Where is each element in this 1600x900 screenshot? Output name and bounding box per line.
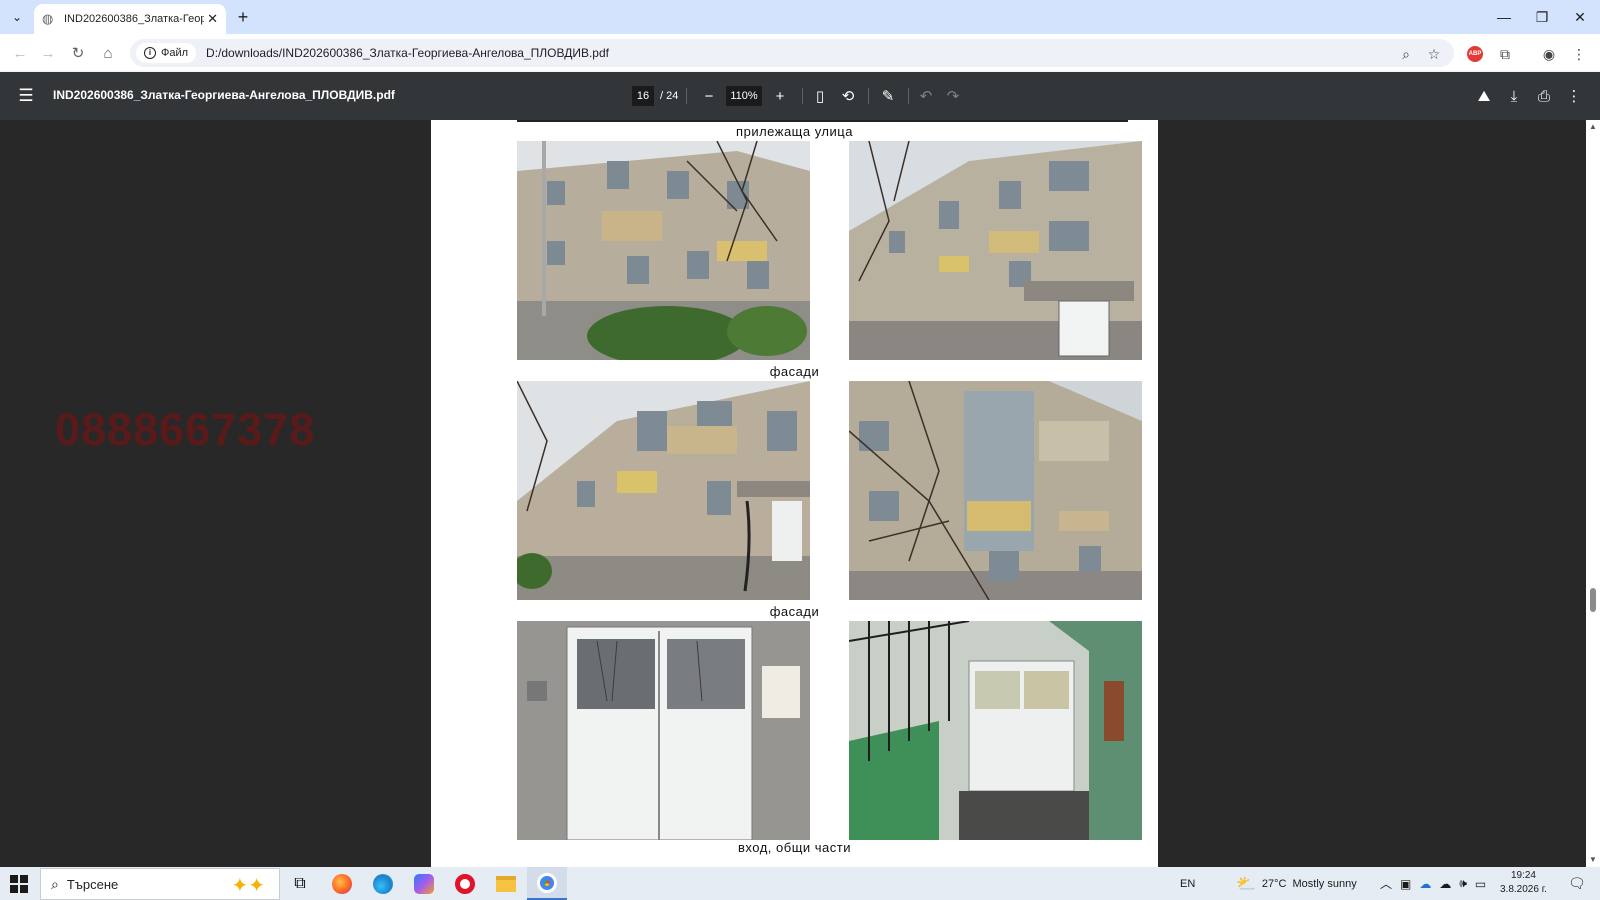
scroll-up-arrow-icon[interactable]: ▲: [1588, 122, 1598, 132]
tab-strip: ⌄ ◍ IND202600386_Златка-Георгиева ✕ + — …: [0, 0, 1600, 34]
site-chip-label: Файл: [161, 47, 189, 59]
search-icon: ⌕: [51, 875, 59, 892]
page-selector: 16 / 24: [632, 86, 678, 106]
redo-icon[interactable]: ↷: [941, 84, 965, 108]
fit-page-icon[interactable]: ▯: [808, 84, 832, 108]
kebab-icon[interactable]: ⋮: [1568, 43, 1590, 65]
divider: [908, 88, 909, 104]
entrance-photo: [517, 621, 810, 840]
undo-icon[interactable]: ↶: [914, 84, 938, 108]
adblock-icon: ABP: [1467, 46, 1483, 62]
sidebar-menu-icon[interactable]: ☰: [14, 84, 38, 108]
scroll-thumb[interactable]: [1590, 588, 1596, 612]
file-explorer-icon[interactable]: [486, 867, 526, 900]
star-icon[interactable]: ☆: [1424, 44, 1444, 64]
clock-date: 3.8.2026 г.: [1500, 884, 1547, 895]
page-top-rule: [517, 120, 1128, 122]
tab-close-icon[interactable]: ✕: [207, 11, 218, 27]
notification-icon[interactable]: 🗨: [1568, 867, 1586, 900]
weather-text: Mostly sunny: [1292, 877, 1357, 890]
clock[interactable]: 19:24 3.8.2026 г.: [1500, 869, 1547, 897]
forward-button[interactable]: →: [36, 41, 60, 65]
facade-photo-2: [849, 141, 1142, 360]
onedrive-icon[interactable]: ☁: [1419, 877, 1431, 891]
system-tray: ︿ ▣ ☁ ☁ 🕪 ▭: [1380, 867, 1486, 900]
pdf-viewer[interactable]: 0888667378 прилежаща улица фасади фасади…: [0, 120, 1600, 867]
account-icon[interactable]: ◉: [1538, 43, 1560, 65]
caption-entrance-common-parts: вход, общи части: [738, 840, 851, 855]
pdf-toolbar: ☰ IND202600386_Златка-Георгиева-Ангелова…: [0, 72, 1600, 120]
caption-facades-2: фасади: [769, 604, 820, 619]
active-tab[interactable]: ◍ IND202600386_Златка-Георгиева ✕: [34, 4, 226, 34]
windows-start-icon[interactable]: [10, 875, 28, 893]
windows-taskbar: ⌕ Търсене ✦✦ ⧉ EN ⛅ 27°C Mostly sunny ︿ …: [0, 867, 1600, 900]
back-button[interactable]: ←: [8, 41, 32, 65]
taskbar-search-placeholder: Търсене: [66, 876, 119, 892]
reload-button[interactable]: ↻: [66, 41, 90, 65]
clock-time: 19:24: [1510, 870, 1536, 881]
address-bar[interactable]: i Файл D:/downloads/IND202600386_Златка-…: [130, 39, 1454, 67]
print-icon[interactable]: ⎙: [1532, 84, 1556, 108]
pdf-page: прилежаща улица фасади фасади вход, общи…: [431, 120, 1158, 867]
download-icon[interactable]: ⤓: [1502, 84, 1526, 108]
rotate-icon[interactable]: ⟲: [836, 84, 860, 108]
weather-widget[interactable]: ⛅ 27°C Mostly sunny: [1236, 867, 1357, 900]
magnifier-icon[interactable]: ⌕: [1396, 44, 1416, 64]
close-window-button[interactable]: ✕: [1562, 0, 1598, 34]
current-page-input[interactable]: 16: [632, 86, 654, 106]
divider: [802, 88, 803, 104]
meet-icon[interactable]: ▣: [1400, 877, 1411, 891]
taskbar-search-box[interactable]: ⌕ Търсене ✦✦: [40, 868, 280, 900]
info-icon: i: [144, 47, 156, 59]
adblock-extension-button[interactable]: ABP: [1464, 43, 1486, 65]
weather-temp: 27°C: [1261, 877, 1287, 890]
restore-button[interactable]: ❐: [1524, 0, 1560, 34]
zoom-level-input[interactable]: 110%: [726, 86, 762, 106]
onedrive-sync-icon[interactable]: ☁: [1439, 877, 1451, 891]
divider: [686, 88, 687, 104]
facade-photo-1: [517, 141, 810, 360]
scroll-down-arrow-icon[interactable]: ▼: [1588, 855, 1598, 865]
task-view-icon[interactable]: ⧉: [280, 867, 320, 900]
tab-search-chevron-icon[interactable]: ⌄: [6, 6, 28, 28]
caption-adjacent-street: прилежаща улица: [736, 124, 853, 139]
language-indicator[interactable]: EN: [1180, 867, 1195, 900]
annotate-pen-icon[interactable]: ✎: [876, 84, 900, 108]
zoom-out-button[interactable]: −: [697, 84, 721, 108]
facade-photo-3: [517, 381, 810, 600]
home-button[interactable]: ⌂: [96, 41, 120, 65]
sun-cloud-icon: ⛅: [1236, 875, 1256, 893]
browser-toolbar: ← → ↻ ⌂ i Файл D:/downloads/IND202600386…: [0, 34, 1600, 72]
copilot-icon[interactable]: [404, 867, 444, 900]
pdf-more-icon[interactable]: ⋮: [1562, 84, 1586, 108]
edge-icon[interactable]: [363, 867, 403, 900]
zoom-in-button[interactable]: +: [768, 84, 792, 108]
volume-icon[interactable]: 🕪: [1459, 876, 1467, 891]
url-text[interactable]: D:/downloads/IND202600386_Златка-Георгие…: [206, 46, 609, 60]
tab-title: IND202600386_Златка-Георгиева: [64, 13, 204, 25]
phone-watermark: 0888667378: [55, 404, 316, 455]
stairwell-photo: [849, 621, 1142, 840]
firefox-icon[interactable]: [322, 867, 362, 900]
minimize-button[interactable]: —: [1486, 0, 1522, 34]
facade-photo-4: [849, 381, 1142, 600]
site-info-chip[interactable]: i Файл: [136, 43, 197, 63]
pdf-file-name: IND202600386_Златка-Георгиева-Ангелова_П…: [53, 88, 395, 102]
drive-save-icon[interactable]: ⛰: [1472, 84, 1496, 108]
puzzle-icon[interactable]: ⧉: [1494, 43, 1516, 65]
globe-icon: ◍: [42, 11, 54, 26]
chevron-up-icon[interactable]: ︿: [1380, 875, 1392, 892]
new-tab-button[interactable]: +: [232, 6, 254, 28]
vertical-scrollbar[interactable]: ▲ ▼: [1586, 120, 1600, 867]
total-pages: / 24: [660, 90, 679, 102]
opera-icon[interactable]: [445, 867, 485, 900]
chrome-icon[interactable]: [527, 867, 567, 900]
caption-facades-1: фасади: [769, 364, 820, 379]
network-icon[interactable]: ▭: [1475, 877, 1486, 891]
divider: [868, 88, 869, 104]
sparkle-icon: ✦✦: [231, 875, 265, 897]
